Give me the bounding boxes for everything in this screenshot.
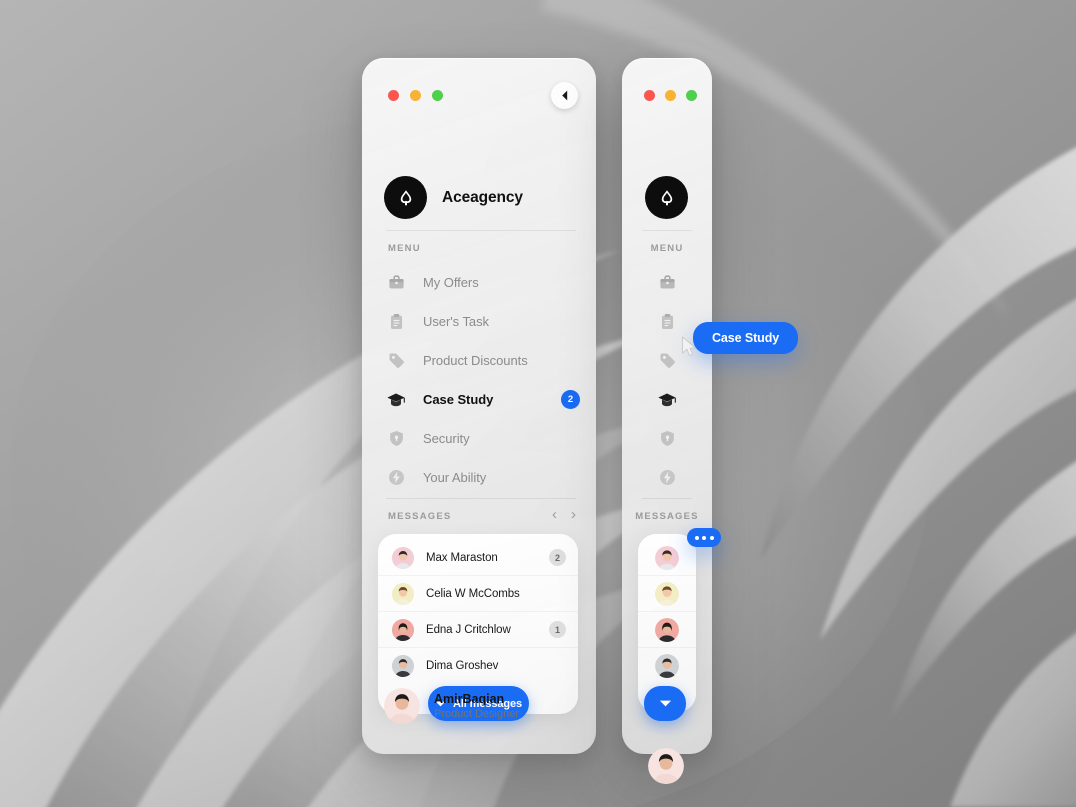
- traffic-light-minimize[interactable]: [665, 90, 676, 101]
- graduation-cap-icon: [386, 390, 406, 410]
- tag-icon: [657, 351, 677, 371]
- message-list-item[interactable]: [638, 648, 696, 684]
- menu-item-label: Product Discounts: [423, 353, 528, 368]
- tag-icon: [386, 351, 406, 371]
- traffic-light-minimize[interactable]: [410, 90, 421, 101]
- menu-item-my-offers[interactable]: My Offers: [362, 263, 596, 302]
- brand: Aceagency: [384, 176, 523, 219]
- shield-lock-icon: [386, 429, 406, 449]
- menu-item-label: My Offers: [423, 275, 479, 290]
- avatar: [655, 581, 679, 606]
- menu-item-case-study[interactable]: [622, 380, 712, 419]
- clipboard-icon: [657, 312, 677, 332]
- divider-middle: [642, 498, 692, 499]
- message-list-item[interactable]: [638, 540, 696, 576]
- menu-item-your-ability[interactable]: [622, 458, 712, 497]
- lightning-bolt-icon: [386, 468, 406, 488]
- typing-dot: [709, 535, 714, 540]
- divider-middle: [386, 498, 576, 499]
- caret-down-icon: [659, 700, 671, 707]
- message-sender-name: Max Maraston: [426, 551, 498, 564]
- shield-lock-icon: [657, 429, 677, 449]
- menu-item-badge: 2: [561, 390, 580, 409]
- menu-list: My Offers User's Task Product Discounts …: [362, 263, 596, 497]
- traffic-light-close[interactable]: [388, 90, 399, 101]
- avatar: [655, 545, 679, 570]
- desktop-background: Aceagency MENU My Offers User's Task Pro…: [0, 0, 1076, 807]
- message-unread-badge: 1: [549, 621, 566, 638]
- avatar: [392, 618, 414, 641]
- divider-top: [386, 230, 576, 231]
- avatar: [384, 688, 420, 724]
- menu-item-label: Security: [423, 431, 470, 446]
- sidebar-expanded: Aceagency MENU My Offers User's Task Pro…: [362, 58, 596, 754]
- caret-left-icon: [562, 90, 568, 101]
- profile-text: AmirBaqian Product Designer: [434, 692, 519, 720]
- avatar: [655, 654, 679, 678]
- menu-item-label: Your Ability: [423, 470, 487, 485]
- ace-spade-logo: [384, 176, 427, 219]
- messages-next-icon[interactable]: ›: [571, 507, 576, 522]
- message-sender-name: Dima Groshev: [426, 660, 499, 672]
- traffic-light-maximize[interactable]: [686, 90, 697, 101]
- avatar: [648, 748, 684, 784]
- menu-item-label: User's Task: [423, 314, 489, 329]
- divider-top: [642, 230, 692, 231]
- all-messages-button-collapsed[interactable]: [644, 686, 686, 721]
- message-unread-badge: 2: [549, 549, 566, 566]
- clipboard-icon: [386, 312, 406, 332]
- briefcase-icon: [657, 273, 677, 293]
- messages-prev-icon[interactable]: ‹: [552, 507, 557, 522]
- window-traffic-lights: [388, 90, 443, 101]
- section-label-menu: MENU: [388, 243, 421, 254]
- tooltip-case-study[interactable]: Case Study: [693, 322, 799, 354]
- user-profile[interactable]: AmirBaqian Product Designer: [384, 688, 519, 724]
- brand-name: Aceagency: [442, 188, 523, 206]
- avatar: [392, 546, 414, 569]
- menu-item-security[interactable]: [622, 419, 712, 458]
- menu-item-my-offers[interactable]: [622, 263, 712, 302]
- briefcase-icon: [386, 273, 406, 293]
- message-list-item[interactable]: Edna J Critchlow 1: [378, 612, 578, 648]
- avatar: [655, 617, 679, 642]
- menu-item-security[interactable]: Security: [362, 419, 596, 458]
- typing-dot: [694, 535, 699, 540]
- window-traffic-lights: [644, 90, 697, 101]
- message-sender-name: Celia W McCombs: [426, 587, 520, 600]
- avatar: [392, 655, 414, 677]
- menu-item-case-study[interactable]: Case Study 2: [362, 380, 596, 419]
- profile-name: AmirBaqian: [434, 692, 505, 706]
- menu-list-collapsed: [622, 263, 712, 497]
- graduation-cap-icon: [657, 390, 677, 410]
- menu-item-users-task[interactable]: User's Task: [362, 302, 596, 341]
- section-label-messages: MESSAGES: [388, 511, 452, 522]
- message-list-item[interactable]: Max Maraston 2: [378, 540, 578, 576]
- ace-spade-logo-icon: [400, 189, 411, 206]
- message-list-item[interactable]: [638, 576, 696, 612]
- profile-role: Product Designer: [434, 708, 519, 720]
- ace-spade-logo: [645, 176, 688, 219]
- menu-item-label: Case Study: [423, 392, 494, 407]
- sidebar-collapsed: MENU MESSAGES: [622, 58, 712, 784]
- typing-dot: [702, 535, 706, 540]
- traffic-light-close[interactable]: [644, 90, 655, 101]
- user-profile-collapsed[interactable]: [648, 748, 684, 784]
- messages-nav: ‹ ›: [552, 507, 576, 522]
- traffic-light-maximize[interactable]: [432, 90, 443, 101]
- message-list-item[interactable]: Dima Groshev: [378, 648, 578, 684]
- avatar: [392, 582, 414, 605]
- message-list-item[interactable]: [638, 612, 696, 648]
- collapse-sidebar-button[interactable]: [551, 82, 578, 109]
- menu-item-product-discounts[interactable]: Product Discounts: [362, 341, 596, 380]
- tooltip-label: Case Study: [712, 331, 780, 345]
- tooltip-typing-indicator[interactable]: [687, 528, 721, 547]
- lightning-bolt-icon: [657, 468, 677, 488]
- ace-spade-logo-icon: [661, 189, 672, 206]
- message-sender-name: Edna J Critchlow: [426, 623, 511, 636]
- menu-item-your-ability[interactable]: Your Ability: [362, 458, 596, 497]
- section-label-menu: MENU: [650, 243, 684, 254]
- section-label-messages: MESSAGES: [635, 511, 699, 522]
- message-list-item[interactable]: Celia W McCombs: [378, 576, 578, 612]
